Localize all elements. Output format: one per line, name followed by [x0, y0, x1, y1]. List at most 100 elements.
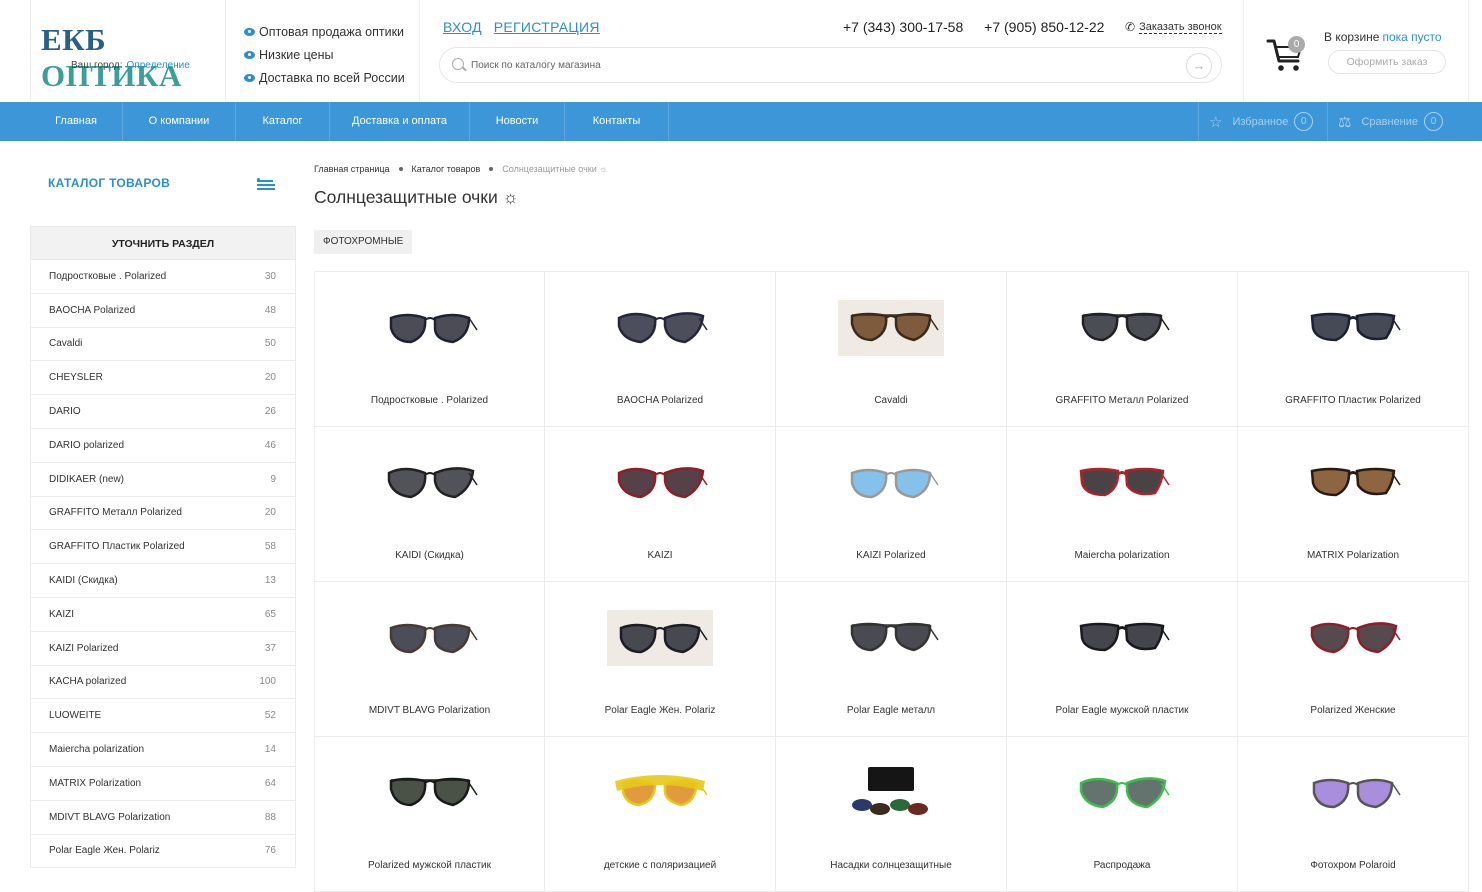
nav-item-about[interactable]: О компании [123, 102, 236, 141]
product-name[interactable]: MATRIX Polarization [1238, 550, 1468, 561]
product-name[interactable]: GRAFFITO Металл Polarized [1007, 395, 1237, 406]
product-image[interactable] [838, 765, 944, 821]
product-name[interactable]: GRAFFITO Пластик Polarized [1238, 395, 1468, 406]
product-name[interactable]: Cavaldi [776, 395, 1006, 406]
product-name[interactable]: Фотохром Polaroid [1238, 860, 1468, 871]
product-card[interactable]: Polar Eagle металл [776, 582, 1007, 737]
product-card[interactable]: KAIZI Polarized [776, 427, 1007, 582]
section-item[interactable]: DIDIKAER (new) 9 [30, 462, 296, 497]
breadcrumb-catalog[interactable]: Каталог товаров [412, 164, 481, 174]
product-image[interactable] [1069, 610, 1175, 666]
product-name[interactable]: BAOCHA Polarized [545, 395, 775, 406]
product-image[interactable] [1069, 455, 1175, 511]
product-image[interactable] [1300, 300, 1406, 356]
product-name[interactable]: Насадки солнцезащитные [776, 860, 1006, 871]
product-card[interactable]: KAIDI (Скидка) [314, 427, 545, 582]
section-item[interactable]: Polar Eagle Жен. Polariz 76 [30, 834, 296, 869]
phone-2[interactable]: +7 (905) 850-12-22 [984, 19, 1104, 35]
search-submit-button[interactable]: → [1186, 53, 1212, 79]
product-image[interactable] [838, 300, 944, 356]
product-card[interactable]: Распродажа [1007, 737, 1238, 892]
product-name[interactable]: KAIDI (Скидка) [315, 550, 544, 561]
product-name[interactable]: Polar Eagle Жен. Polariz [545, 705, 775, 716]
product-name[interactable]: Polarized Женские [1238, 705, 1468, 716]
product-name[interactable]: Maiercha polarization [1007, 550, 1237, 561]
nav-item-delivery[interactable]: Доставка и оплата [330, 102, 470, 141]
product-image[interactable] [377, 765, 483, 821]
product-image[interactable] [377, 455, 483, 511]
section-item[interactable]: GRAFFITO Металл Polarized 20 [30, 496, 296, 531]
nav-item-contacts[interactable]: Контакты [565, 102, 669, 141]
product-card[interactable]: Maiercha polarization [1007, 427, 1238, 582]
product-card[interactable]: Фотохром Polaroid [1238, 737, 1469, 892]
product-image[interactable] [1069, 300, 1175, 356]
product-name[interactable]: KAIZI Polarized [776, 550, 1006, 561]
search-input[interactable] [471, 56, 1171, 74]
section-item[interactable]: KACHA polarized 100 [30, 665, 296, 700]
site-logo[interactable]: ЕКБ ОПТИКА [41, 22, 225, 94]
product-image[interactable] [377, 300, 483, 356]
product-card[interactable]: Polar Eagle мужской пластик [1007, 582, 1238, 737]
compare-link[interactable]: ⚖ Сравнение 0 [1338, 102, 1444, 141]
catalog-title[interactable]: КАТАЛОГ ТОВАРОВ [48, 176, 170, 190]
product-card[interactable]: Насадки солнцезащитные [776, 737, 1007, 892]
product-name[interactable]: Подростковые . Polarized [315, 395, 544, 406]
product-name[interactable]: Polar Eagle мужской пластик [1007, 705, 1237, 716]
product-name[interactable]: Polar Eagle металл [776, 705, 1006, 716]
register-link[interactable]: РЕГИСТРАЦИЯ [494, 19, 600, 35]
section-item[interactable]: DARIO polarized 46 [30, 428, 296, 463]
section-item[interactable]: Maiercha polarization 14 [30, 733, 296, 767]
product-image[interactable] [607, 765, 713, 821]
breadcrumb-home[interactable]: Главная страница [314, 164, 390, 174]
section-item[interactable]: BAOCHA Polarized 48 [30, 293, 296, 328]
phone-1[interactable]: +7 (343) 300-17-58 [843, 19, 963, 35]
product-name[interactable]: Распродажа [1007, 860, 1237, 871]
product-image[interactable] [607, 455, 713, 511]
product-card[interactable]: Polarized мужской пластик [314, 737, 545, 892]
product-card[interactable]: Подростковые . Polarized [314, 271, 545, 427]
product-name[interactable]: KAIZI [545, 550, 775, 561]
callback-link[interactable]: ✆ Заказать звонок [1125, 20, 1222, 34]
product-image[interactable] [1300, 455, 1406, 511]
product-image[interactable] [377, 610, 483, 666]
product-card[interactable]: Cavaldi [776, 271, 1007, 427]
product-card[interactable]: Polar Eagle Жен. Polariz [545, 582, 776, 737]
menu-toggle-icon[interactable] [257, 178, 277, 190]
product-card[interactable]: BAOCHA Polarized [545, 271, 776, 427]
section-item[interactable]: DARIO 26 [30, 395, 296, 429]
section-item[interactable]: Cavaldi 50 [30, 327, 296, 362]
section-item[interactable]: MDIVT BLAVG Polarization 88 [30, 800, 296, 835]
city-link[interactable]: Определение [127, 60, 190, 71]
nav-item-news[interactable]: Новости [470, 102, 565, 141]
section-item[interactable]: KAIDI (Скидка) 13 [30, 564, 296, 598]
product-image[interactable] [607, 610, 713, 666]
product-name[interactable]: детские с поляризацией [545, 860, 775, 871]
section-item[interactable]: LUOWEITE 52 [30, 699, 296, 734]
favorites-link[interactable]: ☆ Избранное 0 [1209, 102, 1314, 141]
product-name[interactable]: Polarized мужской пластик [315, 860, 544, 871]
section-item[interactable]: KAIZI Polarized 37 [30, 631, 296, 666]
nav-item-home[interactable]: Главная [30, 102, 123, 141]
product-card[interactable]: KAIZI [545, 427, 776, 582]
checkout-button[interactable]: Оформить заказ [1328, 50, 1446, 74]
product-card[interactable]: Polarized Женские [1238, 582, 1469, 737]
product-image[interactable] [838, 455, 944, 511]
product-card[interactable]: детские с поляризацией [545, 737, 776, 892]
section-item[interactable]: KAIZI 65 [30, 597, 296, 632]
product-image[interactable] [838, 610, 944, 666]
product-name[interactable]: MDIVT BLAVG Polarization [315, 705, 544, 716]
section-item[interactable]: Подростковые . Polarized 30 [30, 260, 296, 294]
product-image[interactable] [1069, 765, 1175, 821]
product-card[interactable]: MATRIX Polarization [1238, 427, 1469, 582]
product-card[interactable]: GRAFFITO Пластик Polarized [1238, 271, 1469, 427]
section-item[interactable]: MATRIX Polarization 64 [30, 766, 296, 801]
login-link[interactable]: ВХОД [443, 19, 482, 35]
product-image[interactable] [1300, 765, 1406, 821]
nav-item-catalog[interactable]: Каталог [236, 102, 330, 141]
product-card[interactable]: MDIVT BLAVG Polarization [314, 582, 545, 737]
section-item[interactable]: GRAFFITO Пластик Polarized 58 [30, 530, 296, 565]
product-image[interactable] [1300, 610, 1406, 666]
section-item[interactable]: CHEYSLER 20 [30, 361, 296, 396]
product-card[interactable]: GRAFFITO Металл Polarized [1007, 271, 1238, 427]
filter-tag-photochromic[interactable]: ФОТОХРОМНЫЕ [314, 230, 413, 254]
